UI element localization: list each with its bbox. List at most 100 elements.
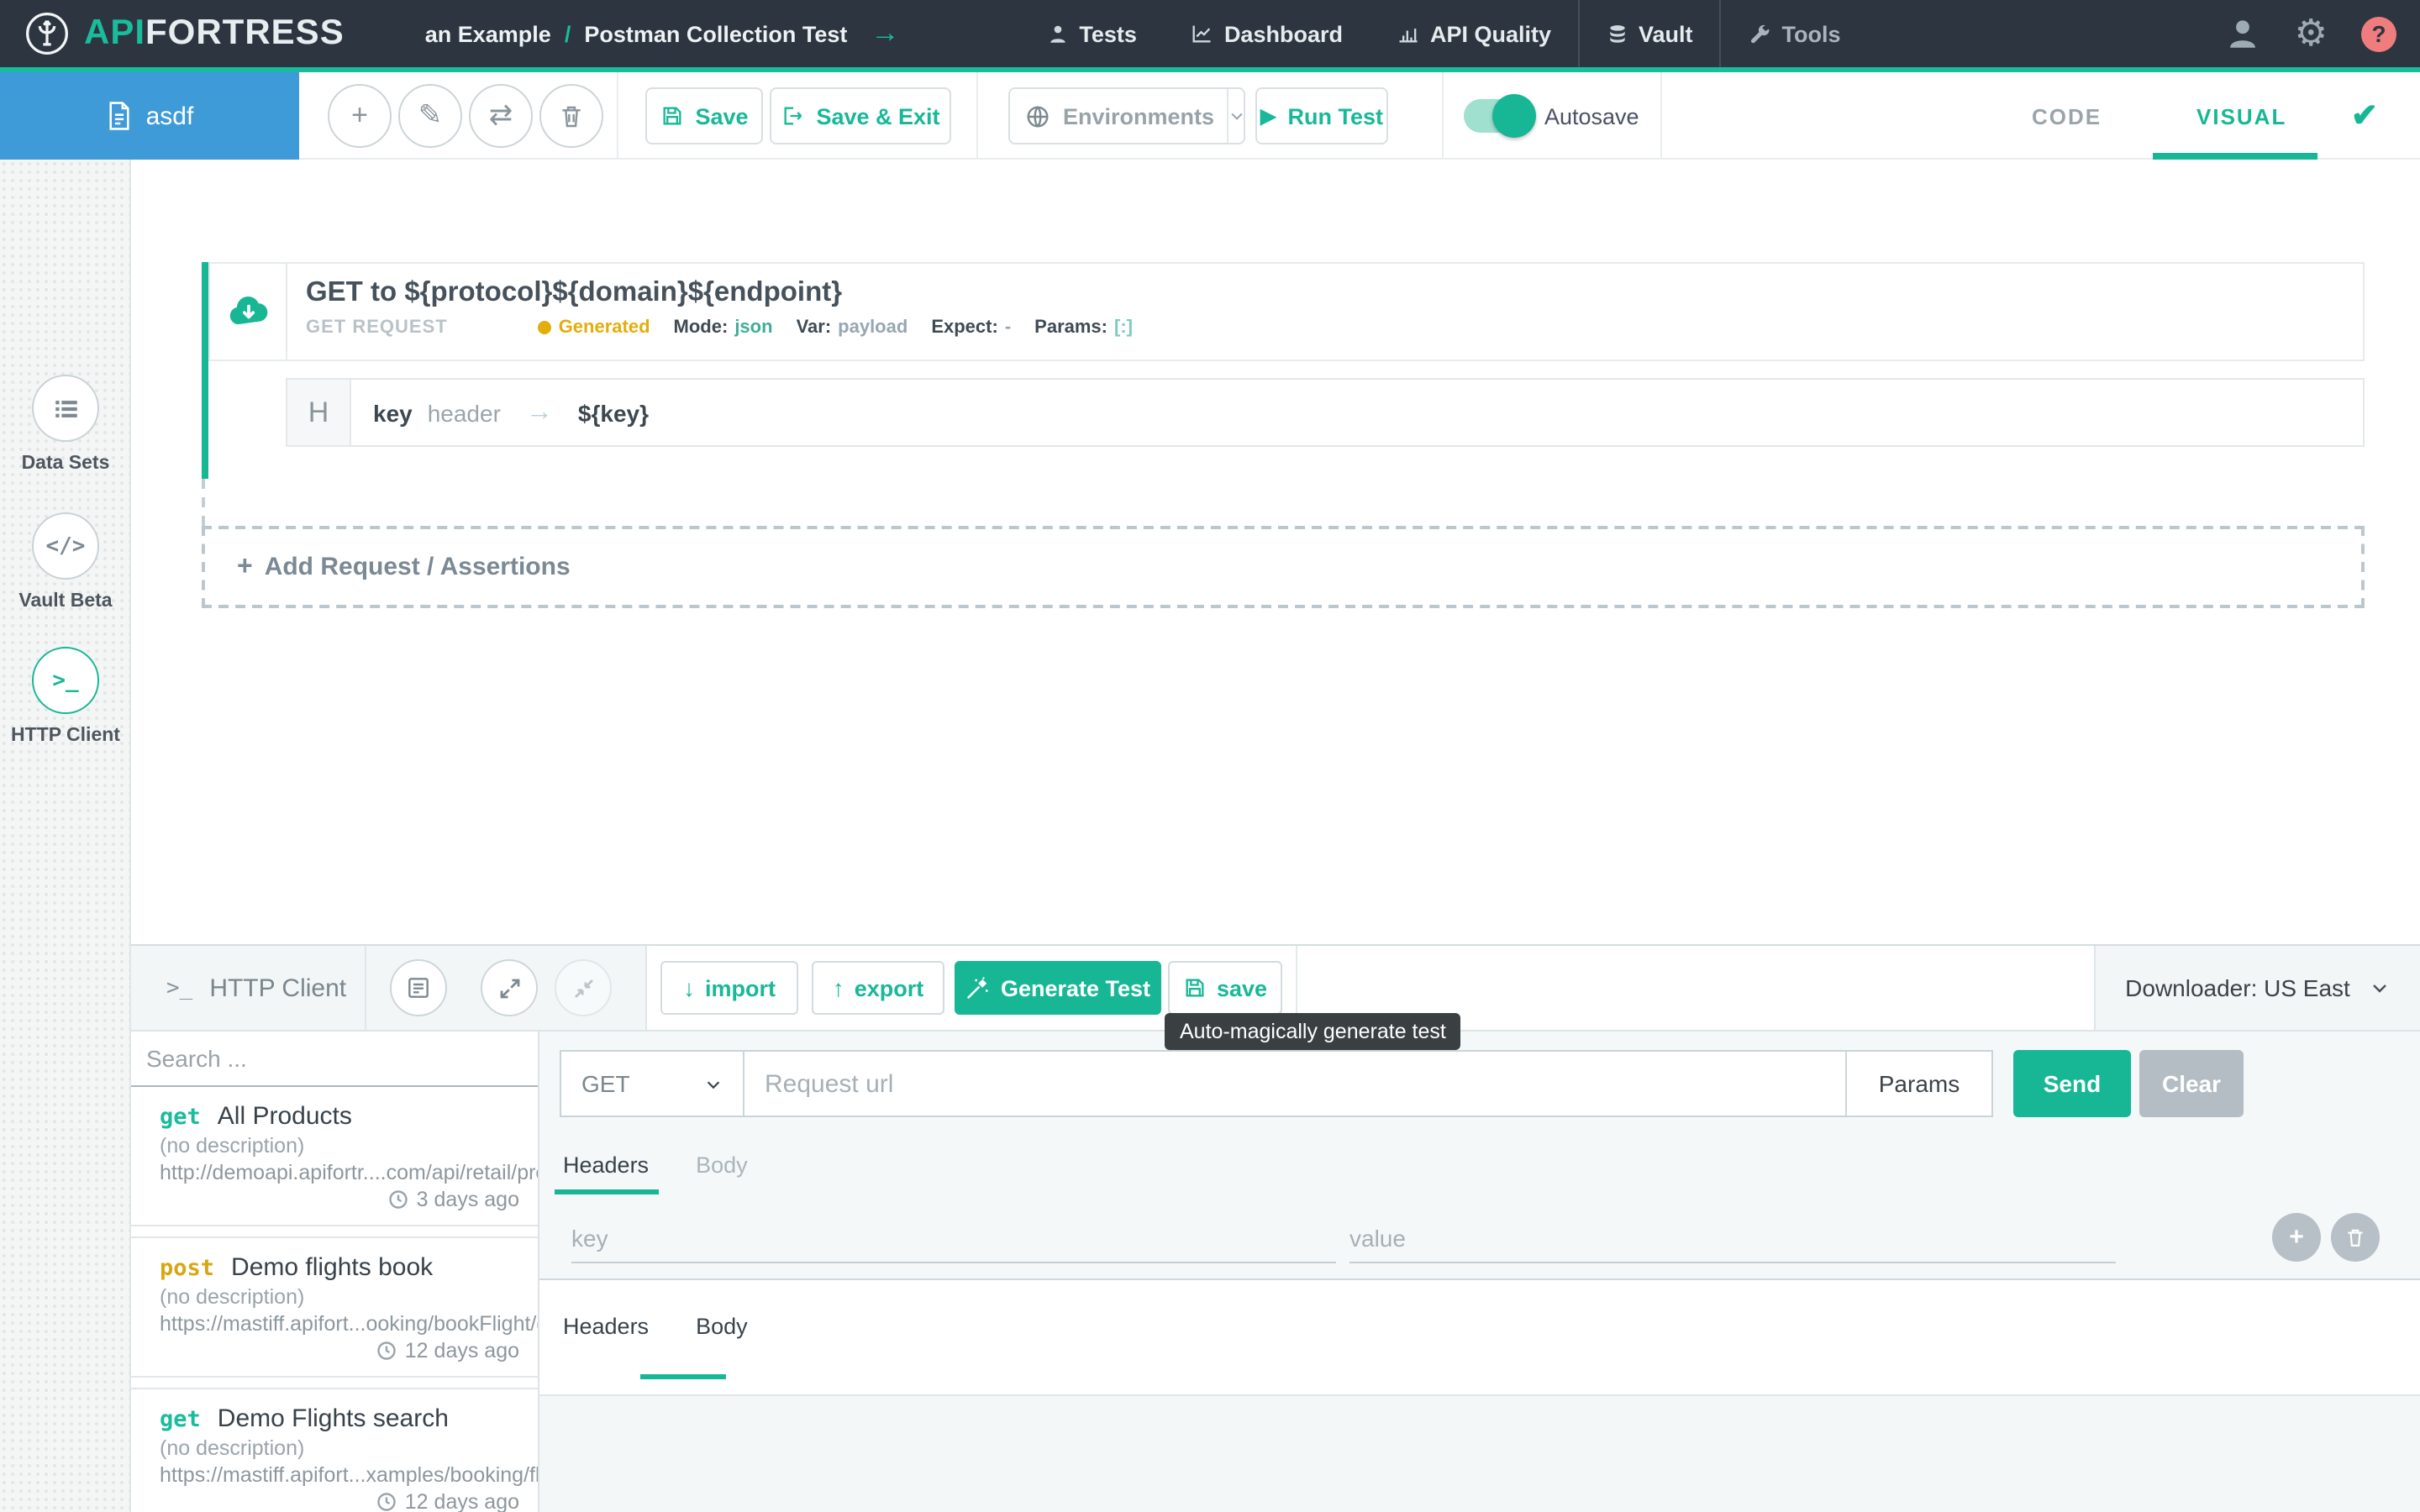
request-description: (no description) (160, 1285, 538, 1309)
request-age: 3 days ago (160, 1188, 538, 1211)
nav-item-vault[interactable]: Vault (1580, 0, 1720, 67)
run-test-button[interactable]: ▶ Run Test (1255, 87, 1388, 144)
settings-gear-icon[interactable]: ⚙ (2295, 15, 2328, 52)
terminal-prompt-icon: >_ (166, 975, 192, 1000)
remove-header-button[interactable] (2331, 1213, 2380, 1262)
url-cell (744, 1052, 1845, 1116)
nav-item-tools[interactable]: Tools (1722, 0, 1868, 67)
tab-headers[interactable]: Headers (539, 1136, 672, 1194)
breadcrumb-test[interactable]: Postman Collection Test (584, 21, 847, 46)
chevron-down-icon (1226, 89, 1244, 143)
brand-logo[interactable]: APIFORTRESS (24, 10, 345, 57)
request-list-item[interactable]: post Demo flights book (no description) … (131, 1236, 538, 1378)
clear-button[interactable]: Clear (2139, 1050, 2244, 1117)
client-save-button[interactable]: save (1168, 961, 1282, 1015)
generate-test-button[interactable]: Generate Test (955, 961, 1161, 1015)
reorder-button[interactable]: ⇄ (469, 84, 533, 148)
tab-code[interactable]: CODE (2032, 72, 2102, 160)
method-badge: post (160, 1255, 214, 1282)
header-value-input[interactable] (1349, 1213, 2116, 1263)
get-component-header[interactable]: GET to ${protocol}${domain}${endpoint} G… (208, 262, 2365, 361)
clock-icon (376, 1492, 397, 1512)
generated-badge: Generated (539, 318, 650, 338)
delete-button[interactable] (539, 84, 603, 148)
edit-button[interactable]: ✎ (398, 84, 462, 148)
nav-item-dashboard[interactable]: Dashboard (1164, 0, 1370, 67)
autosave-toggle[interactable] (1464, 99, 1533, 133)
meta-expect: Expect:- (931, 318, 1011, 338)
export-button[interactable]: ↑ export (812, 961, 944, 1015)
saved-requests-list: get All Products (no description) http:/… (131, 1032, 539, 1512)
request-form-button[interactable] (390, 959, 447, 1016)
magic-wand-icon (965, 975, 991, 1000)
collapse-panel-button[interactable] (555, 959, 612, 1016)
rail-item-data-sets[interactable]: Data Sets (0, 375, 131, 474)
left-rail: Data Sets </> Vault Beta >_ HTTP Client (0, 160, 131, 1512)
active-tab-underline (555, 1189, 659, 1194)
breadcrumb-project[interactable]: an Example (425, 21, 551, 46)
request-url-input[interactable] (744, 1069, 1845, 1098)
params-button[interactable]: Params (1845, 1052, 1991, 1116)
send-button[interactable]: Send (2013, 1050, 2131, 1117)
trident-logo-icon (24, 10, 71, 57)
component-type-label: GET REQUEST (306, 318, 448, 338)
data-sets-button[interactable] (32, 375, 99, 442)
file-icon (106, 101, 133, 131)
nav-item-tests[interactable]: Tests (1020, 0, 1164, 67)
import-button[interactable]: ↓ import (660, 961, 798, 1015)
http-client-button[interactable]: >_ (32, 647, 99, 714)
nav-item-api-quality[interactable]: API Quality (1370, 0, 1578, 67)
tab-body[interactable]: Body (672, 1136, 771, 1194)
request-name: All Products (218, 1102, 352, 1131)
active-tab-underline (640, 1374, 726, 1379)
floppy-icon (1183, 976, 1207, 1000)
visual-tab-underline (2153, 153, 2317, 160)
database-icon (1607, 23, 1628, 45)
plus-icon: + (237, 552, 253, 582)
header-row-content: key header → ${key} (351, 397, 649, 428)
tab-response-headers[interactable]: Headers (539, 1314, 672, 1339)
request-url: https://mastiff.apifort...xamples/bookin… (160, 1463, 538, 1487)
floppy-icon (660, 104, 683, 128)
add-request-assertions-button[interactable]: + Add Request / Assertions (202, 526, 2365, 608)
tab-visual[interactable]: VISUAL (2196, 72, 2286, 160)
arrow-right-icon: → (516, 397, 563, 428)
breadcrumb: an Example / Postman Collection Test → (425, 17, 900, 50)
tab-response-body[interactable]: Body (672, 1314, 771, 1339)
composer-toolbar: asdf + ✎ ⇄ Save Save & Exit (0, 72, 2420, 160)
person-icon (1047, 23, 1069, 45)
method-select[interactable]: GET (561, 1052, 744, 1116)
request-list-item[interactable]: get Demo Flights search (no description)… (131, 1388, 538, 1512)
test-tab-asdf[interactable]: asdf (0, 72, 299, 160)
rail-item-vault-beta[interactable]: </> Vault Beta (0, 512, 131, 612)
account-icon[interactable] (2226, 16, 2261, 51)
expand-panel-button[interactable] (481, 959, 538, 1016)
expand-arrows-icon (497, 975, 522, 1000)
request-name: Demo Flights search (218, 1404, 449, 1433)
request-age: 12 days ago (160, 1339, 538, 1362)
save-button[interactable]: Save (645, 87, 763, 144)
add-component-button[interactable]: + (328, 84, 392, 148)
request-name: Demo flights book (231, 1253, 433, 1282)
rail-item-http-client[interactable]: >_ HTTP Client (0, 647, 131, 746)
vault-beta-button[interactable]: </> (32, 512, 99, 580)
plus-icon: + (2289, 1223, 2304, 1252)
valid-check-icon: ✔ (2351, 72, 2378, 160)
code-brackets-icon: </> (46, 533, 86, 559)
environments-dropdown[interactable]: Environments (1008, 87, 1245, 144)
terminal-prompt-icon: >_ (52, 668, 78, 693)
request-list-item[interactable]: get All Products (no description) http:/… (131, 1087, 538, 1226)
help-icon[interactable]: ? (2361, 16, 2396, 51)
top-right-icons: ⚙ ? (2226, 0, 2396, 67)
response-tabs: Headers Body (539, 1314, 771, 1339)
component-title: GET to ${protocol}${domain}${endpoint} (306, 277, 1133, 309)
header-key-input[interactable] (571, 1213, 1336, 1263)
request-description: (no description) (160, 1134, 538, 1158)
request-tabs: Headers Body (539, 1136, 771, 1194)
header-variable-row[interactable]: H key header → ${key} (286, 378, 2365, 447)
search-input[interactable] (131, 1045, 538, 1072)
save-exit-button[interactable]: Save & Exit (770, 87, 951, 144)
downloader-dropdown[interactable]: Downloader: US East (2094, 946, 2420, 1030)
toggle-knob (1492, 94, 1536, 138)
add-header-button[interactable]: + (2272, 1213, 2321, 1262)
